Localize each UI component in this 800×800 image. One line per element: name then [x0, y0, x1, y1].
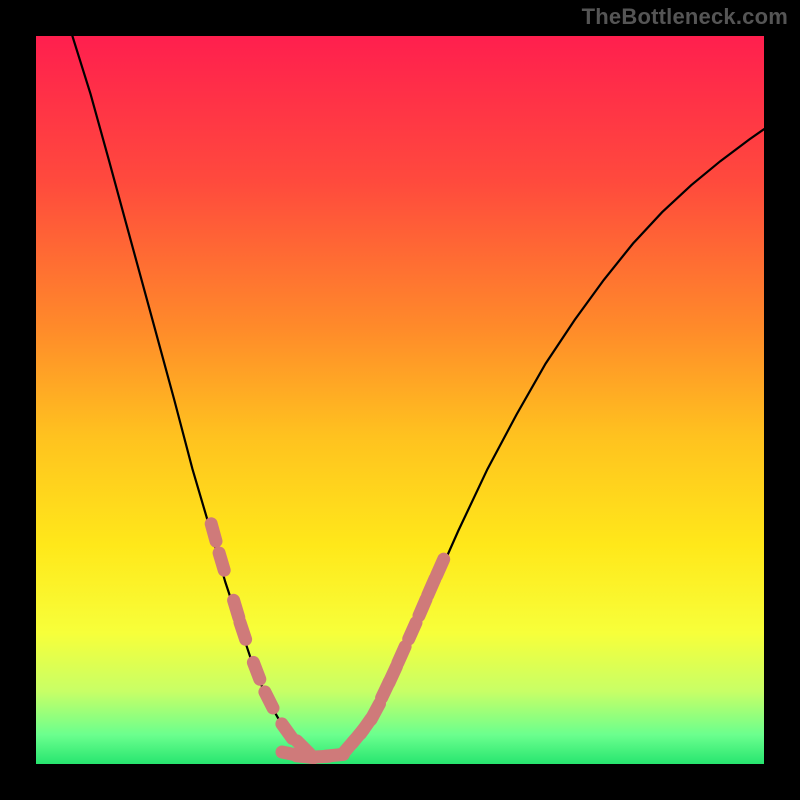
highlight-dots-floor — [282, 752, 343, 758]
chart-stage: TheBottleneck.com — [0, 0, 800, 800]
plot-area — [36, 36, 764, 764]
watermark-text: TheBottleneck.com — [582, 4, 788, 30]
bottleneck-chart — [36, 36, 764, 764]
